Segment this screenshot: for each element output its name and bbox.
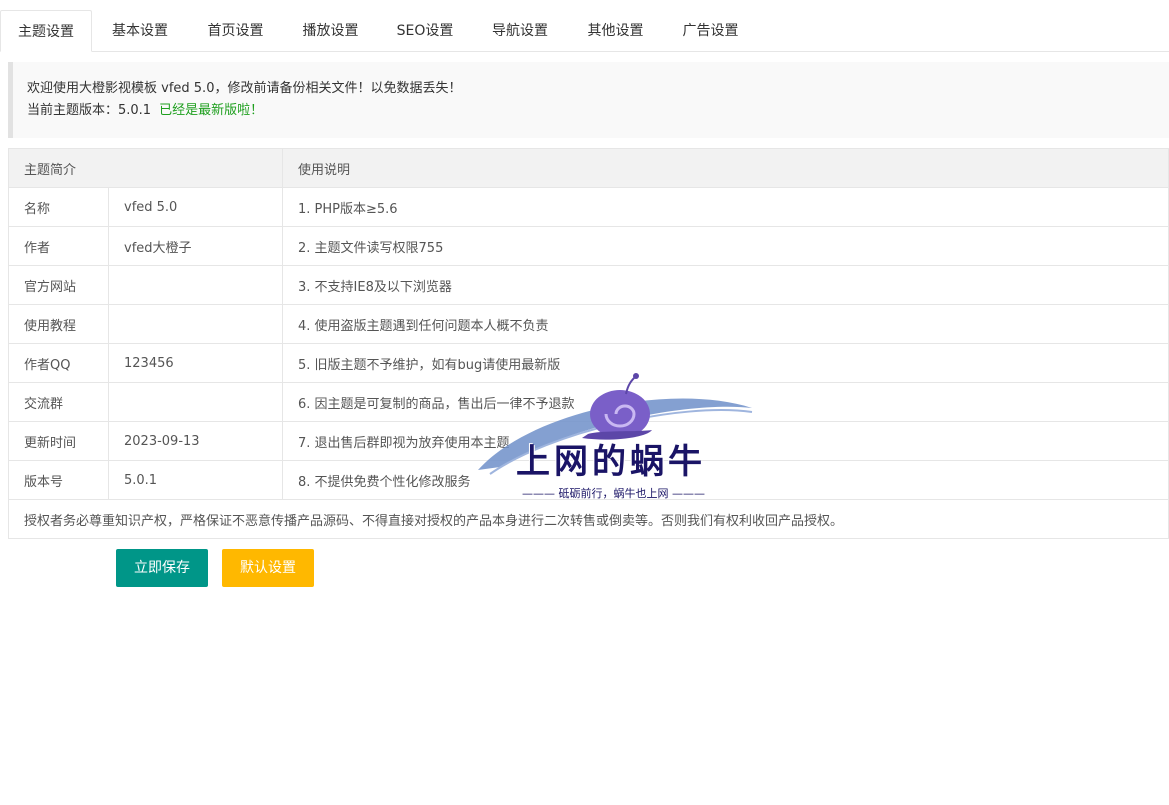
header-usage-notes: 使用说明: [282, 148, 1169, 188]
version-status: 已经是最新版啦！: [159, 103, 264, 118]
row-label: 官方网站: [8, 265, 109, 305]
table-row: 使用教程 4. 使用盗版主题遇到任何问题本人概不负责: [8, 304, 1169, 344]
license-notice: 授权者务必尊重知识产权，严格保证不恶意传播产品源码、不得直接对授权的产品本身进行…: [8, 499, 1169, 539]
row-note: 3. 不支持IE8及以下浏览器: [282, 265, 1169, 305]
version-line: 当前主题版本：5.0.1 已经是最新版啦！: [27, 100, 1169, 122]
row-value: 5.0.1: [108, 460, 283, 500]
table-row: 作者 vfed大橙子 2. 主题文件读写权限755: [8, 226, 1169, 266]
row-note: 6. 因主题是可复制的商品，售出后一律不予退款: [282, 382, 1169, 422]
table-header-row: 主题简介 使用说明: [8, 148, 1169, 188]
table-row: 官方网站 3. 不支持IE8及以下浏览器: [8, 265, 1169, 305]
tab-ad-settings[interactable]: 广告设置: [663, 10, 758, 52]
row-note: 4. 使用盗版主题遇到任何问题本人概不负责: [282, 304, 1169, 344]
row-label: 交流群: [8, 382, 109, 422]
tab-home-settings[interactable]: 首页设置: [188, 10, 283, 52]
table-row: 版本号 5.0.1 8. 不提供免费个性化修改服务: [8, 460, 1169, 500]
row-label: 作者: [8, 226, 109, 266]
row-note: 8. 不提供免费个性化修改服务: [282, 460, 1169, 500]
tab-theme-settings[interactable]: 主题设置: [0, 10, 92, 52]
row-note: 5. 旧版主题不予维护，如有bug请使用最新版: [282, 343, 1169, 383]
table-row: 交流群 6. 因主题是可复制的商品，售出后一律不予退款: [8, 382, 1169, 422]
tab-play-settings[interactable]: 播放设置: [283, 10, 378, 52]
table-row: 名称 vfed 5.0 1. PHP版本≥5.6: [8, 187, 1169, 227]
row-value: vfed大橙子: [108, 226, 283, 266]
welcome-notice: 欢迎使用大橙影视模板 vfed 5.0，修改前请备份相关文件！以免数据丢失！ 当…: [8, 62, 1169, 138]
theme-info-table: 主题简介 使用说明 名称 vfed 5.0 1. PHP版本≥5.6 作者 vf…: [8, 148, 1169, 539]
row-value: [108, 304, 283, 344]
row-value: [108, 265, 283, 305]
table-row: 更新时间 2023-09-13 7. 退出售后群即视为放弃使用本主题: [8, 421, 1169, 461]
row-label: 名称: [8, 187, 109, 227]
tab-basic-settings[interactable]: 基本设置: [92, 10, 188, 52]
row-value: 123456: [108, 343, 283, 383]
row-note: 1. PHP版本≥5.6: [282, 187, 1169, 227]
tab-nav-settings[interactable]: 导航设置: [472, 10, 568, 52]
welcome-text: 欢迎使用大橙影视模板 vfed 5.0，修改前请备份相关文件！以免数据丢失！: [27, 81, 462, 96]
row-value: vfed 5.0: [108, 187, 283, 227]
header-theme-intro: 主题简介: [8, 148, 283, 188]
default-settings-button[interactable]: 默认设置: [222, 549, 314, 587]
row-label: 更新时间: [8, 421, 109, 461]
current-version: 当前主题版本：5.0.1: [27, 103, 152, 118]
tab-seo-settings[interactable]: SEO设置: [378, 10, 472, 52]
row-label: 作者QQ: [8, 343, 109, 383]
license-row: 授权者务必尊重知识产权，严格保证不恶意传播产品源码、不得直接对授权的产品本身进行…: [8, 499, 1169, 539]
save-button[interactable]: 立即保存: [116, 549, 208, 587]
table-row: 作者QQ 123456 5. 旧版主题不予维护，如有bug请使用最新版: [8, 343, 1169, 383]
row-label: 使用教程: [8, 304, 109, 344]
row-value: [108, 382, 283, 422]
tab-other-settings[interactable]: 其他设置: [568, 10, 663, 52]
row-note: 2. 主题文件读写权限755: [282, 226, 1169, 266]
row-label: 版本号: [8, 460, 109, 500]
row-value: 2023-09-13: [108, 421, 283, 461]
row-note: 7. 退出售后群即视为放弃使用本主题: [282, 421, 1169, 461]
settings-tab-bar: 主题设置 基本设置 首页设置 播放设置 SEO设置 导航设置 其他设置 广告设置: [0, 10, 1169, 52]
